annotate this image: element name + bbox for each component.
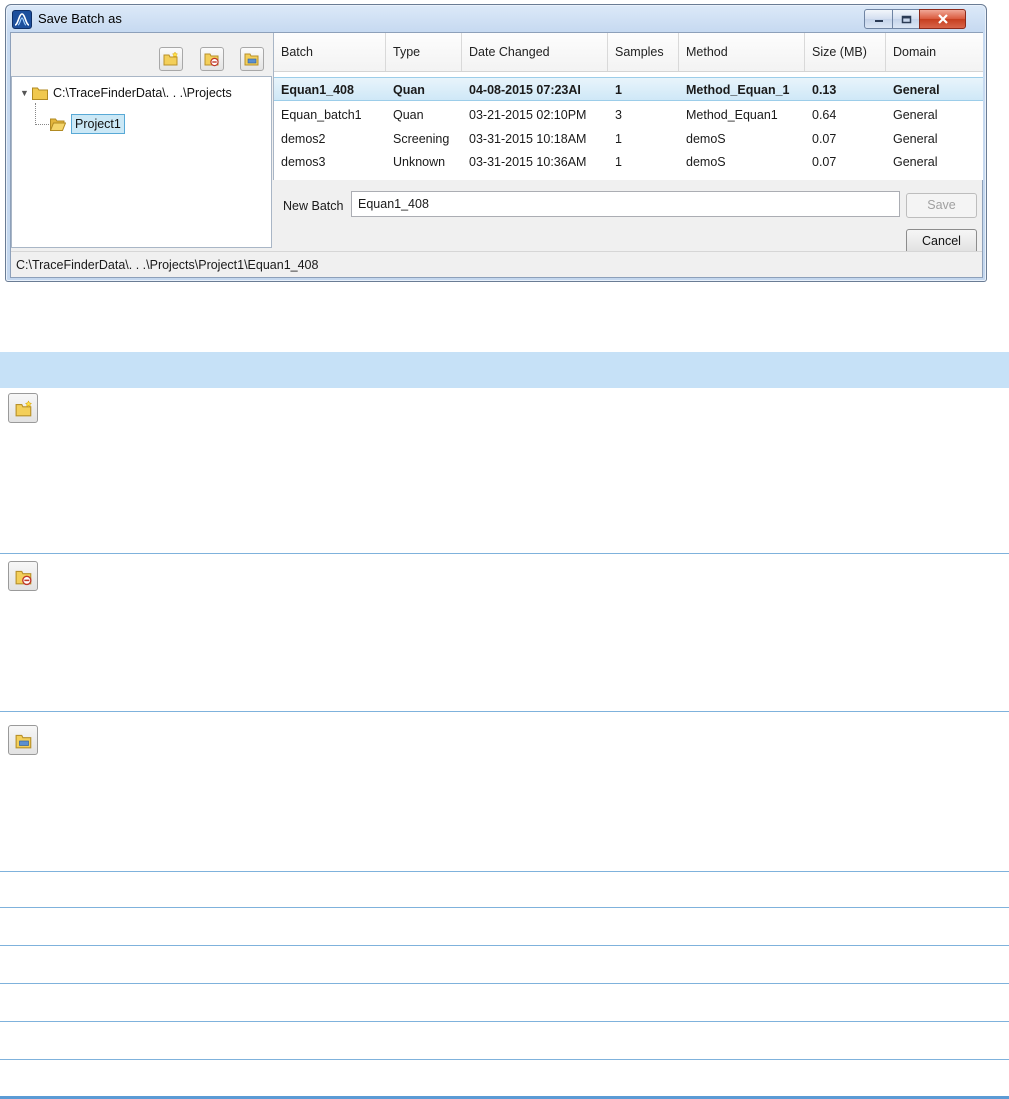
tree-child-label: Project1	[71, 114, 125, 134]
cell-type: Unknown	[393, 155, 446, 169]
doc-row-divider	[0, 907, 1009, 908]
cell-method: demoS	[686, 155, 726, 169]
minimize-icon	[865, 10, 893, 28]
table-row[interactable]: Equan_batch1 Quan 03-21-2015 02:10PM 3 Metho…	[274, 103, 983, 127]
cell-method: Method_Equan_1	[686, 83, 790, 97]
window-title: Save Batch as	[38, 11, 122, 26]
doc-new-folder-button	[8, 393, 38, 423]
new-folder-button[interactable]	[159, 47, 183, 71]
cell-size: 0.07	[812, 132, 837, 146]
column-header-method[interactable]: Method	[679, 33, 805, 71]
doc-rename-folder-button	[8, 725, 38, 755]
column-header-samples[interactable]: Samples	[608, 33, 679, 71]
cell-domain: General	[893, 132, 938, 146]
cell-samples: 3	[615, 108, 622, 122]
cell-batch: demos2	[281, 132, 326, 146]
delete-folder-icon	[15, 570, 32, 586]
doc-row-divider	[0, 1059, 1009, 1060]
cell-type: Quan	[393, 83, 425, 97]
delete-folder-icon	[204, 53, 219, 67]
cell-samples: 1	[615, 155, 622, 169]
cell-method: Method_Equan1	[686, 108, 778, 122]
project-tree[interactable]: ▼ C:\TraceFinderData\. . .\Projects Proj…	[11, 76, 272, 248]
column-header-domain[interactable]: Domain	[886, 33, 983, 71]
doc-table-header	[0, 352, 1009, 388]
maximize-icon	[893, 10, 920, 28]
status-path: C:\TraceFinderData\. . .\Projects\Projec…	[11, 251, 982, 277]
cell-batch: Equan1_408	[281, 83, 354, 97]
cell-type: Quan	[393, 108, 424, 122]
rename-folder-icon	[244, 53, 259, 66]
cell-batch: Equan_batch1	[281, 108, 362, 122]
save-button[interactable]: Save	[906, 193, 977, 218]
new-batch-input[interactable]: Equan1_408	[351, 191, 900, 217]
cell-size: 0.13	[812, 83, 837, 97]
new-batch-label: New Batch	[283, 199, 344, 213]
column-header-size[interactable]: Size (MB)	[805, 33, 886, 71]
doc-row-divider	[0, 711, 1009, 712]
doc-row-divider	[0, 1021, 1009, 1022]
app-logo-icon	[12, 10, 32, 29]
cell-domain: General	[893, 108, 938, 122]
table-row[interactable]: demos2 Screening 03-31-2015 10:18AM 1 demoS 0…	[274, 127, 983, 151]
doc-row-divider	[0, 983, 1009, 984]
doc-row-divider	[0, 553, 1009, 554]
doc-row-divider	[0, 945, 1009, 946]
tree-connector	[35, 124, 49, 125]
doc-row-divider	[0, 871, 1009, 872]
rename-folder-icon	[15, 734, 32, 749]
cell-samples: 1	[615, 132, 622, 146]
maximize-button[interactable]	[892, 9, 921, 29]
delete-folder-button[interactable]	[200, 47, 224, 71]
dialog-client-area: ▼ C:\TraceFinderData\. . .\Projects Proj…	[10, 32, 983, 278]
rename-folder-button[interactable]	[240, 47, 264, 71]
doc-delete-folder-button	[8, 561, 38, 591]
tree-node-project1[interactable]: Project1	[50, 114, 125, 134]
table-row[interactable]: Equan1_408 Quan 04-08-2015 07:23AI 1 Method_…	[274, 77, 983, 101]
cell-date: 04-08-2015 07:23AI	[469, 83, 581, 97]
tree-root-label: C:\TraceFinderData\. . .\Projects	[53, 86, 232, 100]
close-icon	[920, 10, 965, 28]
tree-node-projects[interactable]: ▼ C:\TraceFinderData\. . .\Projects	[20, 84, 232, 102]
cell-size: 0.07	[812, 155, 837, 169]
tree-connector	[35, 103, 36, 125]
grid-header: Batch Type Date Changed Samples Method S…	[274, 33, 983, 72]
cell-size: 0.64	[812, 108, 837, 122]
batch-grid: Batch Type Date Changed Samples Method S…	[273, 33, 983, 180]
cell-date: 03-21-2015 02:10PM	[469, 108, 587, 122]
cell-samples: 1	[615, 83, 622, 97]
table-row[interactable]: demos3 Unknown 03-31-2015 10:36AM 1 demoS 0.0…	[274, 150, 983, 174]
cell-type: Screening	[393, 132, 450, 146]
cell-date: 03-31-2015 10:18AM	[469, 132, 587, 146]
cell-method: demoS	[686, 132, 726, 146]
minimize-button[interactable]	[864, 9, 894, 29]
column-header-batch[interactable]: Batch	[274, 33, 386, 71]
column-header-type[interactable]: Type	[386, 33, 462, 71]
new-folder-icon	[15, 400, 32, 417]
cell-date: 03-31-2015 10:36AM	[469, 155, 587, 169]
open-folder-icon	[50, 118, 66, 131]
project-pane: ▼ C:\TraceFinderData\. . .\Projects Proj…	[11, 33, 272, 249]
close-button[interactable]	[919, 9, 966, 29]
new-folder-icon	[163, 51, 179, 66]
save-batch-dialog: Save Batch as ▼ C:\TraceFinderData\. . .…	[5, 4, 987, 282]
cell-batch: demos3	[281, 155, 326, 169]
cell-domain: General	[893, 155, 938, 169]
title-bar: Save Batch as	[6, 5, 986, 32]
folder-icon	[32, 87, 48, 100]
column-header-date-changed[interactable]: Date Changed	[462, 33, 608, 71]
expand-arrow-icon[interactable]: ▼	[20, 88, 32, 98]
cell-domain: General	[893, 83, 940, 97]
